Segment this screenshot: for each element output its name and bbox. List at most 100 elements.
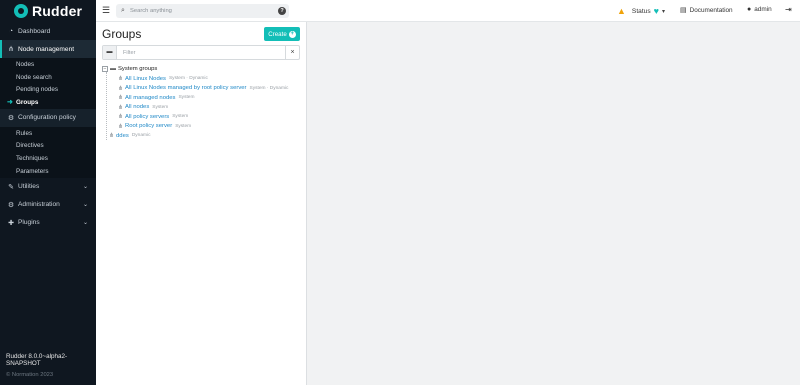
top-bar: ☰ ⌕ ? ▲ Status ♥ ▾ ▤ Documentation ● adm…: [96, 0, 800, 22]
status-menu[interactable]: ▲ Status ♥ ▾: [617, 4, 665, 18]
heartbeat-icon: ♥: [653, 6, 659, 16]
chevron-down-icon: ⌄: [82, 202, 88, 208]
group-tags: System: [178, 95, 195, 100]
sidebar-item-administration[interactable]: ⚙ Administration ⌄: [0, 196, 96, 214]
logout-icon[interactable]: ⇥: [785, 5, 792, 14]
puzzle-icon: ✚: [8, 219, 14, 227]
group-name: All nodes: [125, 104, 150, 110]
sidebar-subitem-node-search[interactable]: Node search: [0, 71, 96, 84]
sidebar-item-dashboard[interactable]: ◔ Dashboard: [0, 22, 96, 40]
group-icon: ⋔: [118, 114, 124, 120]
filter-input[interactable]: [117, 49, 267, 56]
menu-toggle-icon[interactable]: ☰: [102, 5, 110, 16]
version-label: Rudder 8.0.0~alpha2-SNAPSHOT: [6, 353, 68, 367]
search-icon: ⌕: [121, 7, 125, 14]
category-name: System groups: [118, 66, 158, 72]
sidebar-subitem-rules[interactable]: Rules: [0, 127, 96, 140]
filter-bar: ▬ ×: [102, 45, 300, 60]
sidebar-subitem-nodes[interactable]: Nodes: [0, 58, 96, 71]
sidebar-item-label: Utilities: [18, 183, 40, 190]
chevron-down-icon: ⌄: [82, 184, 88, 190]
sidebar: Rudder ◔ Dashboard ⋔ Node management Nod…: [0, 0, 96, 385]
group-icon: ⋔: [118, 95, 124, 101]
book-icon: ▤: [680, 7, 687, 14]
sidebar-item-plugins[interactable]: ✚ Plugins ⌄: [0, 214, 96, 232]
tree-group-item[interactable]: ⋔ All Linux Nodes System · Dynamic: [118, 75, 208, 83]
group-icon: ⋔: [118, 104, 124, 111]
brand-name: Rudder: [32, 3, 83, 19]
group-name: All Linux Nodes: [125, 75, 166, 82]
user-menu[interactable]: ● admin: [747, 6, 772, 13]
sidebar-subitem-parameters[interactable]: Parameters: [0, 165, 96, 178]
node-management-submenu: Nodes Node search Pending nodes ➜ Groups: [0, 58, 96, 109]
group-tags: Dynamic: [131, 133, 151, 138]
user-icon: ●: [747, 6, 752, 13]
tree-group-item[interactable]: ⋔ All nodes System: [118, 104, 168, 111]
group-name: All policy servers: [125, 113, 170, 120]
folder-icon: ▬: [110, 66, 116, 72]
collapse-icon[interactable]: −: [102, 66, 108, 72]
detail-area: [307, 22, 800, 385]
sidebar-item-label: Dashboard: [18, 27, 51, 35]
sidebar-item-node-management[interactable]: ⋔ Node management: [0, 40, 96, 58]
sidebar-item-label: Administration: [18, 201, 60, 208]
tree-group-item[interactable]: ⋔ All policy servers System: [118, 113, 189, 121]
group-tags: System: [175, 123, 192, 129]
tree-group-item[interactable]: ⋔ All Linux Nodes managed by root policy…: [118, 85, 288, 92]
sidebar-item-utilities[interactable]: ✎ Utilities ⌄: [0, 178, 96, 196]
group-name: All Linux Nodes managed by root policy s…: [125, 85, 247, 91]
user-label: admin: [754, 6, 772, 13]
documentation-link[interactable]: ▤ Documentation: [680, 6, 733, 15]
tree-group-item[interactable]: ⋔ All managed nodes System: [118, 94, 195, 102]
sidebar-item-configuration-policy[interactable]: ⚙ Configuration policy: [0, 108, 96, 127]
rudder-logo[interactable]: Rudder: [0, 0, 96, 22]
group-name: Root policy server: [125, 123, 173, 129]
dashboard-icon: ◔: [8, 27, 14, 35]
chevron-down-icon: ⌄: [82, 220, 88, 226]
sidebar-subitem-label: Groups: [16, 98, 39, 106]
group-tags: System · Dynamic: [249, 85, 289, 91]
create-button[interactable]: Create +: [264, 27, 300, 41]
group-icon: ⋔: [118, 76, 124, 82]
tree-group-item[interactable]: ⋔ Root policy server System: [118, 123, 191, 130]
group-icon: ⋔: [118, 85, 124, 92]
folder-toggle-icon[interactable]: ▬: [103, 46, 117, 59]
documentation-label: Documentation: [689, 6, 733, 14]
group-name: All managed nodes: [125, 94, 176, 101]
sidebar-item-label: Plugins: [18, 219, 40, 226]
arrow-right-icon: ➜: [7, 99, 13, 107]
search-input[interactable]: [130, 8, 270, 14]
configuration-policy-submenu: Rules Directives Techniques Parameters: [0, 126, 96, 178]
page-title: Groups: [102, 27, 142, 41]
gears-icon: ⚙: [7, 114, 15, 122]
help-icon[interactable]: ?: [278, 7, 286, 15]
sidebar-subitem-groups[interactable]: ➜ Groups: [0, 96, 96, 109]
group-name: ddes: [116, 132, 129, 139]
sidebar-subitem-techniques[interactable]: Techniques: [0, 152, 96, 165]
copyright-label: © Normation 2023: [6, 372, 54, 378]
group-tags: System: [172, 114, 189, 119]
sitemap-icon: ⋔: [8, 46, 14, 53]
group-icon: ⋔: [118, 123, 124, 130]
search-box: ⌕ ?: [116, 4, 289, 18]
clear-filter-icon[interactable]: ×: [285, 46, 299, 59]
sidebar-subitem-pending-nodes[interactable]: Pending nodes: [0, 83, 96, 96]
tree-group-item[interactable]: ⋔ ddes Dynamic: [109, 132, 151, 140]
sidebar-item-label: Node management: [18, 45, 75, 53]
status-label: Status: [631, 7, 651, 15]
sidebar-item-label: Configuration policy: [18, 114, 76, 122]
groups-panel: Groups Create + ▬ × − ▬ System groups ⋔ …: [96, 22, 307, 385]
group-tags: System: [152, 104, 169, 110]
plus-icon: +: [288, 30, 296, 38]
chevron-down-icon: ▾: [661, 8, 665, 15]
gear-icon: ⚙: [7, 201, 15, 209]
wrench-icon: ✎: [8, 183, 14, 191]
tree-category-system-groups[interactable]: − ▬ System groups: [102, 66, 157, 72]
tree-connector: [106, 72, 107, 140]
create-button-label: Create: [268, 30, 287, 38]
warning-icon: ▲: [617, 6, 626, 16]
group-icon: ⋔: [109, 133, 115, 139]
rudder-logo-icon: [14, 4, 28, 18]
sidebar-subitem-directives[interactable]: Directives: [0, 139, 96, 152]
group-tags: System · Dynamic: [168, 76, 208, 81]
